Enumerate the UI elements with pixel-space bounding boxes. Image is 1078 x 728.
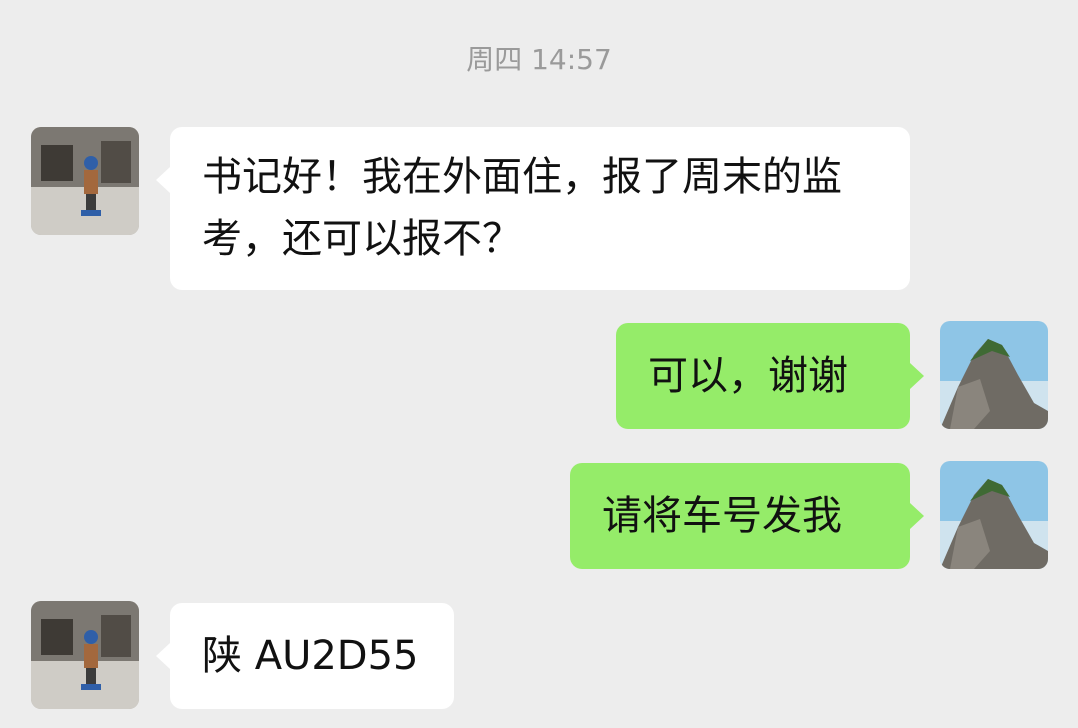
child-photo-avatar [31, 127, 139, 235]
mountain-photo-avatar [940, 461, 1048, 569]
message-bubble-outgoing[interactable]: 可以，谢谢 [616, 323, 924, 429]
timestamp: 周四 14:57 [466, 43, 612, 76]
message-bubble-incoming[interactable]: 书记好！我在外面住，报了周末的监考，还可以报不？ [156, 127, 910, 290]
message-text: 陕 AU2D55 [202, 633, 419, 679]
child-photo-avatar [31, 601, 139, 709]
my-avatar[interactable] [940, 461, 1048, 569]
contact-avatar[interactable] [31, 127, 139, 235]
message-bubble-outgoing[interactable]: 请将车号发我 [570, 463, 924, 569]
message-text: 可以，谢谢 [648, 353, 848, 399]
message-text: 请将车号发我 [602, 493, 842, 539]
message-text: 书记好！我在外面住，报了周末的监考，还可以报不？ [202, 154, 842, 262]
my-avatar[interactable] [940, 321, 1048, 429]
contact-avatar[interactable] [31, 601, 139, 709]
mountain-photo-avatar [940, 321, 1048, 429]
message-bubble-incoming[interactable]: 陕 AU2D55 [156, 603, 454, 709]
